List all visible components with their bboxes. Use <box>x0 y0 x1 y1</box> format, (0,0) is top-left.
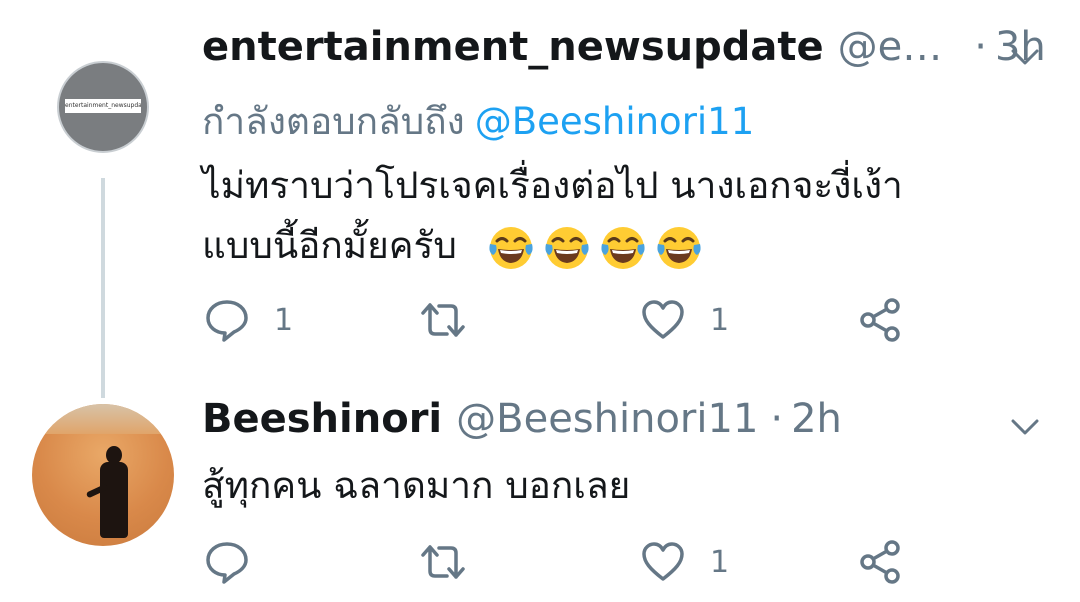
tweet-text-line-2: แบบนี้อีกมั้ยครับ <box>202 216 903 276</box>
user-handle[interactable]: @Beeshinori11 <box>456 396 758 442</box>
separator: · <box>974 24 987 70</box>
like-button[interactable]: 1 <box>640 539 729 585</box>
replying-prefix: กำลังตอบกลับถึง <box>202 100 465 143</box>
chevron-down-icon[interactable] <box>1008 410 1042 444</box>
heart-icon <box>642 300 684 339</box>
replying-to: กำลังตอบกลับถึง @Beeshinori11 <box>202 92 754 151</box>
avatar-figure-body <box>100 462 128 538</box>
tears-of-joy-emoji-icon <box>601 226 645 269</box>
retweet-icon <box>421 303 465 337</box>
tweet-text: สู้ทุกคน ฉลาดมาก บอกเลย <box>202 456 630 516</box>
replying-mention[interactable]: @Beeshinori11 <box>475 100 755 143</box>
tweet-text-line: สู้ทุกคน ฉลาดมาก บอกเลย <box>202 464 631 507</box>
reply-button[interactable] <box>204 539 274 585</box>
tears-of-joy-emoji-icon <box>545 226 589 269</box>
tweet-actions: 1 1 <box>0 290 1080 350</box>
tweet-text-line: ไม่ทราบว่าโปรเจคเรื่องต่อไป นางเอกจะงี่เ… <box>202 164 903 207</box>
thread-connector <box>101 178 105 398</box>
retweet-button[interactable] <box>420 539 490 585</box>
reply-icon <box>206 542 248 584</box>
like-button[interactable]: 1 <box>640 297 729 343</box>
timestamp[interactable]: 2h <box>791 396 842 442</box>
display-name[interactable]: Beeshinori <box>202 396 442 442</box>
tweet-text: ไม่ทราบว่าโปรเจคเรื่องต่อไป นางเอกจะงี่เ… <box>202 156 903 276</box>
avatar-logo-text: entertainment_newsupdate <box>65 102 141 109</box>
retweet-icon <box>421 545 465 579</box>
share-button[interactable] <box>858 539 904 585</box>
separator: · <box>770 396 784 442</box>
display-name[interactable]: entertainment_newsupdate <box>202 24 824 70</box>
chevron-down-icon[interactable] <box>1008 40 1042 74</box>
tweet-text-line: แบบนี้อีกมั้ยครับ <box>202 224 457 267</box>
like-count: 1 <box>710 302 730 338</box>
user-handle[interactable]: @e… <box>838 24 943 70</box>
share-button[interactable] <box>858 297 904 343</box>
emoji-group <box>487 224 703 272</box>
tweet-2[interactable]: Beeshinori @Beeshinori11 · 2h สู้ทุกคน ฉ… <box>0 390 1080 602</box>
share-icon <box>860 298 900 342</box>
heart-icon <box>642 542 684 581</box>
share-icon <box>860 540 900 584</box>
tweet-1[interactable]: entertainment_newsupdate entertainment_n… <box>0 0 1080 360</box>
reply-count: 1 <box>274 302 294 338</box>
tears-of-joy-emoji-icon <box>657 226 701 269</box>
tweet-actions: 1 <box>0 532 1080 592</box>
avatar[interactable] <box>32 404 174 546</box>
avatar-horizon <box>32 404 174 434</box>
reply-icon <box>206 300 248 342</box>
tears-of-joy-emoji-icon <box>489 226 533 269</box>
avatar[interactable]: entertainment_newsupdate <box>57 61 149 153</box>
retweet-button[interactable] <box>420 297 490 343</box>
reply-button[interactable]: 1 <box>204 297 293 343</box>
like-count: 1 <box>710 544 730 580</box>
tweet-header: entertainment_newsupdate @e… · 3h <box>202 24 1046 84</box>
tweet-header: Beeshinori @Beeshinori11 · 2h <box>202 396 842 456</box>
